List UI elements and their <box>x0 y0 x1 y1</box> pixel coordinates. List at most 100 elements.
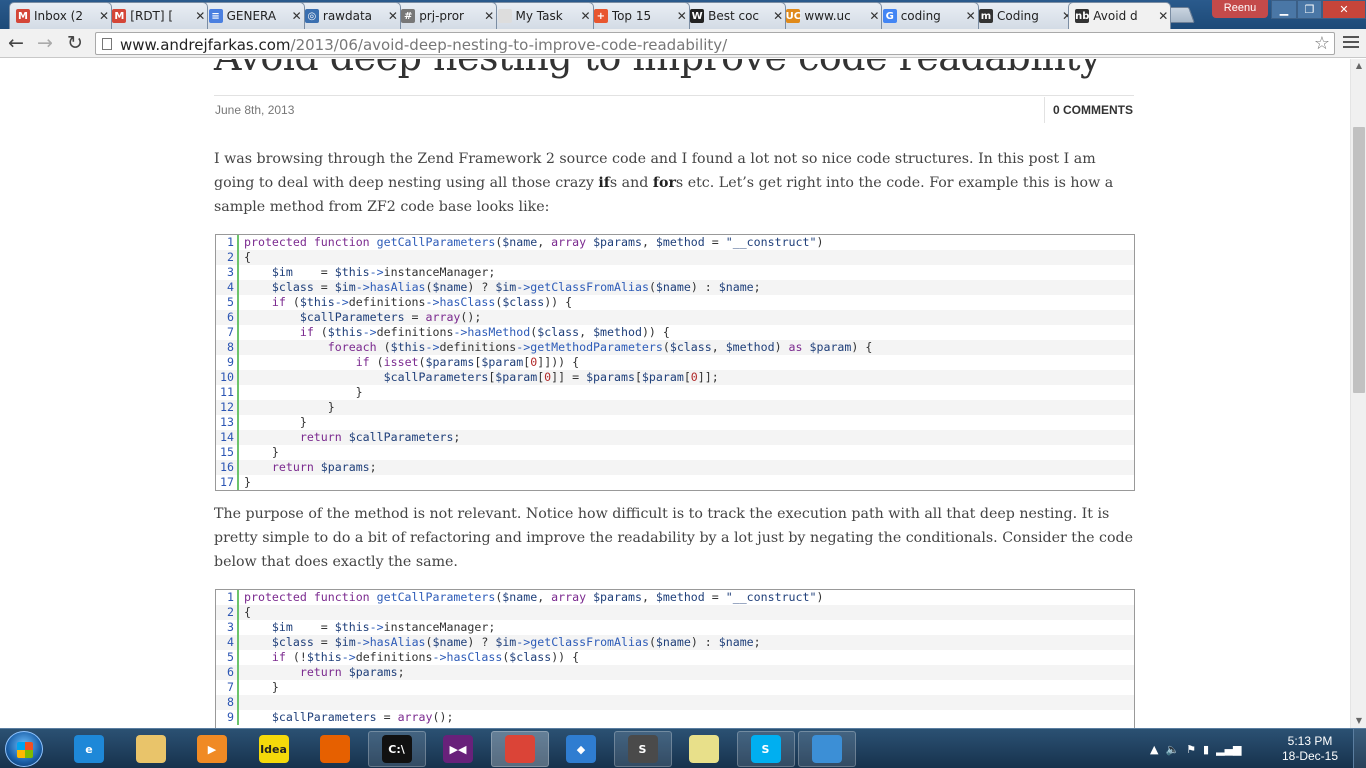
taskbar-app[interactable] <box>490 731 549 767</box>
tab-title: Avoid d <box>1093 9 1138 23</box>
page-viewport: Avoid deep nesting to improve code reada… <box>0 59 1350 728</box>
tab-close-icon[interactable]: ✕ <box>483 9 495 23</box>
scroll-down-arrow-icon[interactable]: ▼ <box>1351 714 1366 728</box>
tab-close-icon[interactable]: ✕ <box>291 9 303 23</box>
browser-tab[interactable]: My Task ✕ <box>490 2 594 29</box>
start-button[interactable] <box>5 731 43 767</box>
taskbar-app[interactable] <box>798 731 856 767</box>
profile-button[interactable]: Reenu <box>1212 0 1268 18</box>
browser-tab[interactable]: Gcoding ✕ <box>875 2 979 29</box>
action-center-icon[interactable]: ⚑ <box>1186 743 1196 756</box>
chrome-icon <box>504 735 535 763</box>
address-bar[interactable]: www.andrejfarkas.com/2013/06/avoid-deep-… <box>95 32 1335 55</box>
back-button[interactable]: ← <box>4 32 28 54</box>
code-text: $class = $im->hasAlias($name) ? $im->get… <box>271 280 761 294</box>
taskbar-app[interactable]: C:\ <box>367 731 426 767</box>
browser-tab[interactable]: + Top 15 ✕ <box>586 2 690 29</box>
taskbar-app[interactable]: Idea <box>245 731 303 767</box>
taskbar-app[interactable]: ▶ <box>183 731 241 767</box>
tab-close-icon[interactable]: ✕ <box>194 9 206 23</box>
tab-close-icon[interactable]: ✕ <box>580 9 592 23</box>
code-text: $callParameters = array(); <box>299 310 482 324</box>
gmail-icon: M <box>112 9 127 23</box>
code-line: 9 if (isset($params[$param[0]])) { <box>216 355 1134 370</box>
url-host: www.andrejfarkas.com <box>120 36 291 54</box>
taskbar-app[interactable]: ▶◀ <box>429 731 487 767</box>
windows-logo-icon <box>17 742 33 758</box>
tab-close-icon[interactable]: ✕ <box>772 9 784 23</box>
taskbar-app[interactable] <box>306 731 364 767</box>
browser-tab[interactable]: ≡ GENERA ✕ <box>201 2 305 29</box>
bookmark-star-icon[interactable]: ☆ <box>1314 33 1330 54</box>
text-span: s and <box>609 175 653 191</box>
code-line: 8 <box>216 695 1134 710</box>
tab-close-icon[interactable]: ✕ <box>965 9 977 23</box>
post-date: June 8th, 2013 <box>215 103 295 117</box>
taskbar-app[interactable]: e <box>60 731 118 767</box>
browser-tab[interactable]: M [RDT] [ ✕ <box>105 2 209 29</box>
browser-tab[interactable]: W Best coc ✕ <box>683 2 787 29</box>
line-number: 5 <box>216 650 239 665</box>
show-hidden-icons-icon[interactable]: ▲ <box>1150 743 1158 756</box>
reload-button[interactable]: ↻ <box>63 32 87 54</box>
tab-title: Best coc <box>708 9 760 23</box>
browser-tab[interactable]: ◎ rawdata ✕ <box>297 2 401 29</box>
taskbar-app[interactable]: ◆ <box>552 731 610 767</box>
tab-close-icon[interactable]: ✕ <box>1157 9 1169 23</box>
line-number: 2 <box>216 250 239 265</box>
line-number: 8 <box>216 340 239 355</box>
taskbar-app[interactable]: S <box>736 731 795 767</box>
tab-close-icon[interactable]: ✕ <box>868 9 880 23</box>
taskbar-clock[interactable]: 5:13 PM 18-Dec-15 <box>1278 734 1342 764</box>
internet-explorer-icon: e <box>74 735 104 763</box>
close-window-button[interactable]: ✕ <box>1322 0 1366 19</box>
taskbar-app[interactable] <box>675 731 733 767</box>
forward-button[interactable]: → <box>33 32 57 54</box>
idea-app-icon: Idea <box>258 735 289 763</box>
line-number: 8 <box>216 695 239 710</box>
vertical-scrollbar[interactable]: ▲ ▼ <box>1350 59 1366 728</box>
uc-icon: UC <box>785 9 802 23</box>
scroll-thumb[interactable] <box>1353 127 1365 393</box>
network-signal-icon[interactable]: ▂▄▆ <box>1216 743 1241 756</box>
comments-link[interactable]: 0 COMMENTS <box>1044 97 1133 123</box>
show-desktop-button[interactable] <box>1353 729 1366 768</box>
browser-tab[interactable]: # prj-pror ✕ <box>394 2 498 29</box>
line-number: 12 <box>216 400 239 415</box>
w-icon: W <box>690 9 705 23</box>
tab-close-icon[interactable]: ✕ <box>98 9 110 23</box>
power-icon[interactable]: ▮ <box>1203 743 1209 756</box>
bold-keyword: for <box>652 175 676 191</box>
minimize-button[interactable]: ▁ <box>1271 0 1297 19</box>
plus-icon: + <box>593 9 608 23</box>
scroll-up-arrow-icon[interactable]: ▲ <box>1351 59 1366 73</box>
google-icon: G <box>882 9 897 23</box>
code-line: 3 $im = $this->instanceManager; <box>216 265 1134 280</box>
browser-tab[interactable]: M Inbox (2 ✕ <box>9 2 112 29</box>
address-url[interactable]: www.andrejfarkas.com/2013/06/avoid-deep-… <box>120 36 727 54</box>
line-number: 1 <box>216 590 239 605</box>
file-explorer-icon <box>135 735 166 763</box>
chrome-menu-icon[interactable] <box>1343 36 1359 50</box>
browser-tab[interactable]: UC www.uc ✕ <box>779 2 883 29</box>
maximize-button[interactable]: ❐ <box>1297 0 1322 19</box>
code-text: $callParameters = array(); <box>271 710 454 724</box>
skype-icon: S <box>750 735 781 763</box>
code-text: $im = $this->instanceManager; <box>271 265 496 279</box>
line-number: 13 <box>216 415 239 430</box>
volume-icon[interactable]: 🔈 <box>1165 743 1179 756</box>
code-text: return $params; <box>271 460 377 474</box>
line-number: 9 <box>216 710 239 725</box>
line-number: 7 <box>216 680 239 695</box>
tab-title: [RDT] [ <box>130 9 174 23</box>
tab-close-icon[interactable]: ✕ <box>676 9 688 23</box>
google-docs-icon: ≡ <box>208 9 223 23</box>
browser-tab[interactable]: nb Avoid d ✕ <box>1068 2 1172 29</box>
taskbar-app[interactable]: S <box>613 731 672 767</box>
browser-tab[interactable]: m Coding ✕ <box>972 2 1075 29</box>
taskbar-app[interactable] <box>122 731 180 767</box>
code-line: 7 } <box>216 680 1134 695</box>
tab-close-icon[interactable]: ✕ <box>387 9 399 23</box>
page-icon <box>497 9 512 23</box>
